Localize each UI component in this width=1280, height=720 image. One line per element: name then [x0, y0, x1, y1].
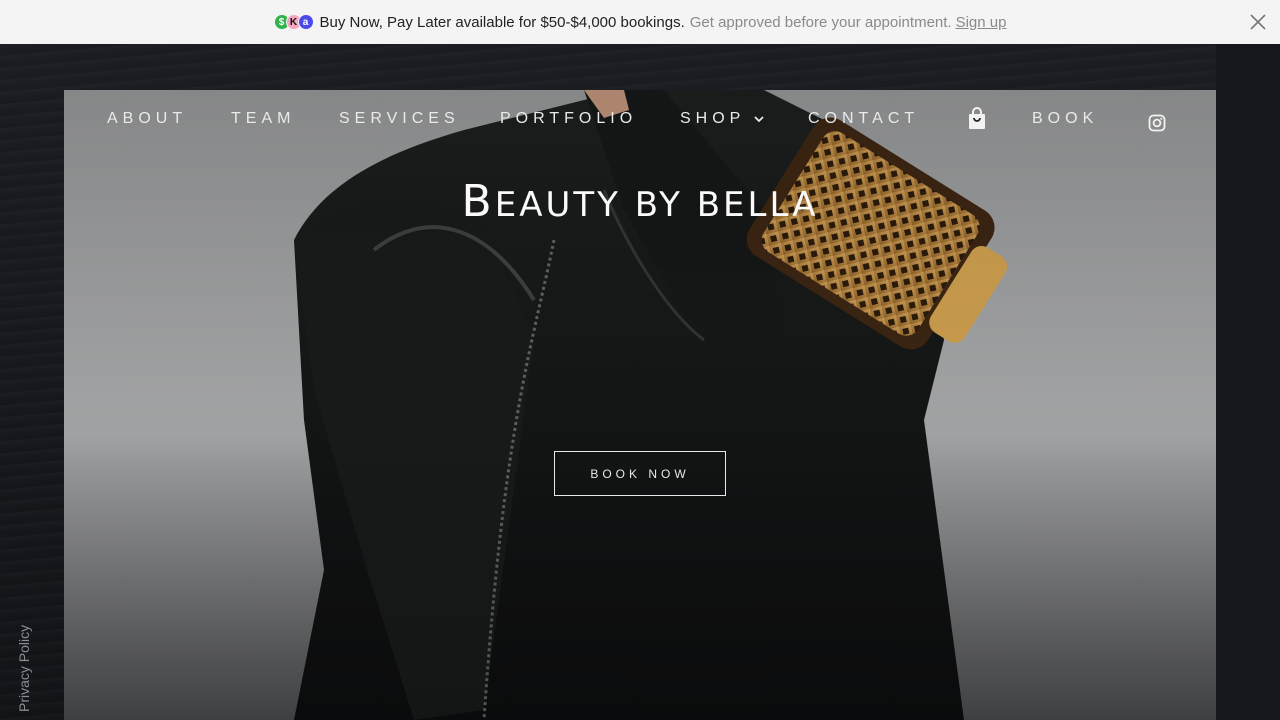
affirm-logo-icon: a — [297, 14, 314, 30]
privacy-policy-link[interactable]: Privacy Policy — [16, 625, 32, 712]
instagram-link[interactable] — [1148, 114, 1166, 132]
instagram-icon — [1148, 114, 1166, 132]
banner-main-text: Buy Now, Pay Later available for $50-$4,… — [319, 13, 685, 31]
shopping-bag-icon — [969, 107, 985, 129]
nav-item-shop[interactable]: SHOP — [680, 108, 765, 130]
book-now-button[interactable]: BOOK NOW — [554, 451, 726, 496]
nav-item-services[interactable]: SERVICES — [339, 108, 460, 130]
shopping-bag-button[interactable] — [966, 107, 988, 131]
signup-link[interactable]: Sign up — [956, 14, 1007, 31]
nav-item-about[interactable]: ABOUT — [107, 108, 187, 130]
banner-muted-text: Get approved before your appointment. — [689, 13, 952, 31]
main-nav: ABOUT TEAM SERVICES PORTFOLIO SHOP CONTA… — [0, 108, 1280, 132]
close-icon — [1250, 14, 1266, 30]
background-side — [1216, 44, 1280, 720]
nav-item-book[interactable]: BOOK — [1032, 108, 1098, 130]
payment-logos: $ K a — [273, 14, 314, 30]
nav-item-contact[interactable]: CONTACT — [808, 108, 919, 130]
nav-item-portfolio[interactable]: PORTFOLIO — [500, 108, 637, 130]
nav-item-shop-label: SHOP — [680, 110, 746, 127]
site-title[interactable]: BEAUTY BY BELLA — [0, 176, 1280, 227]
promo-banner: $ K a Buy Now, Pay Later available for $… — [0, 0, 1280, 44]
nav-item-team[interactable]: TEAM — [231, 108, 295, 130]
site-title-rest: EAUTY BY BELLA — [494, 185, 819, 225]
chevron-down-icon — [753, 116, 764, 123]
site-title-initial: B — [461, 176, 495, 227]
close-banner-button[interactable] — [1246, 10, 1270, 34]
